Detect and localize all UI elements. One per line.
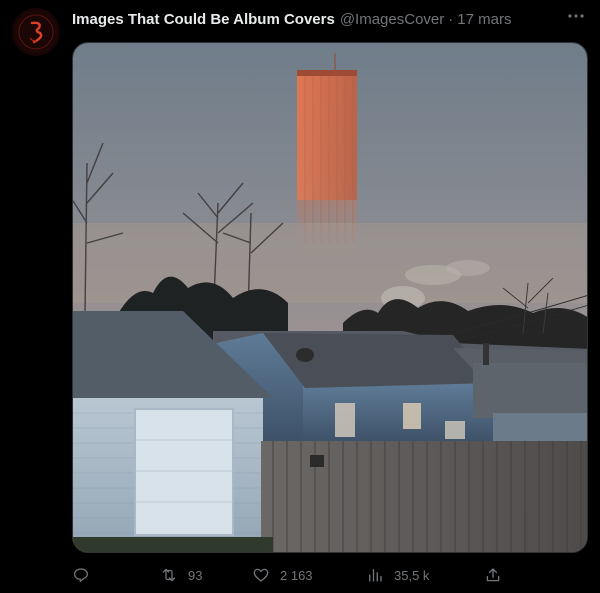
share-icon: [486, 568, 500, 582]
reply-button[interactable]: [72, 566, 90, 584]
heart-icon: [253, 568, 269, 582]
more-dots-icon: [568, 14, 584, 18]
more-options-button[interactable]: [566, 8, 586, 24]
tweet-actions-bar: 93 2 163 35,5 k: [72, 566, 592, 588]
tweet-header: Images That Could Be Album Covers @Image…: [72, 9, 586, 29]
retweet-button[interactable]: 93: [160, 566, 202, 584]
like-count: 2 163: [280, 567, 313, 583]
views-button[interactable]: 35,5 k: [366, 566, 429, 584]
album-cover-photo: [73, 43, 587, 552]
like-button[interactable]: 2 163: [252, 566, 313, 584]
author-avatar[interactable]: [12, 8, 60, 56]
reply-icon: [73, 568, 89, 583]
author-name[interactable]: Images That Could Be Album Covers: [72, 11, 335, 28]
views-chart-icon: [369, 569, 382, 582]
retweet-count: 93: [188, 567, 203, 583]
separator-dot: ·: [448, 10, 454, 28]
retweet-icon: [162, 568, 176, 582]
tweet-timestamp[interactable]: 17 mars: [457, 11, 511, 28]
avatar-logo-icon: [14, 10, 58, 54]
tweet-media-image[interactable]: [72, 42, 588, 553]
share-button[interactable]: [484, 566, 502, 584]
author-handle[interactable]: @ImagesCover: [340, 11, 444, 28]
views-count: 35,5 k: [394, 567, 430, 583]
